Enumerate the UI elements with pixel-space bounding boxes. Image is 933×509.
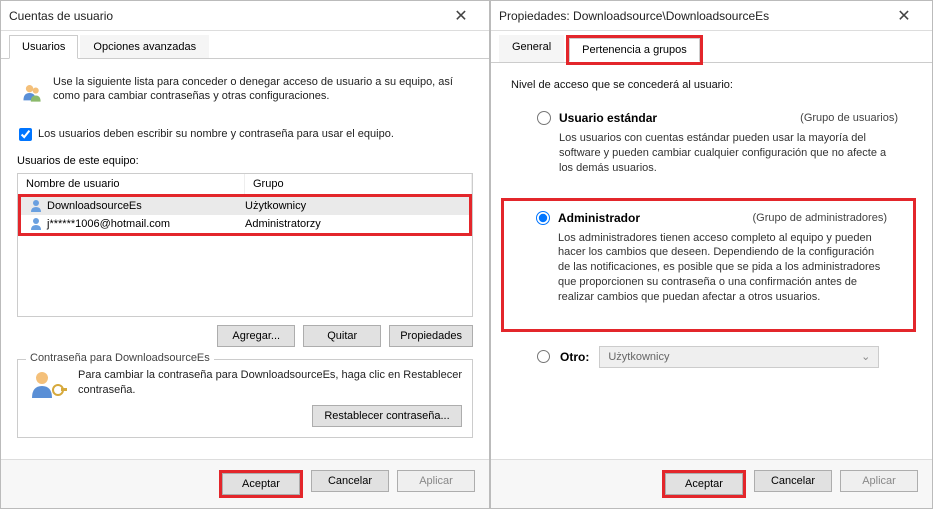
tab-content: Use la siguiente lista para conceder o d…	[1, 59, 489, 459]
titlebar: Propiedades: Downloadsource\Downloadsour…	[491, 1, 932, 31]
checkbox-must-enter-credentials[interactable]: Los usuarios deben escribir su nombre y …	[17, 123, 473, 151]
users-icon	[21, 75, 43, 111]
properties-button[interactable]: Propiedades	[389, 325, 473, 347]
table-empty-space	[18, 236, 472, 316]
highlight-admin-section: Administrador (Grupo de administradores)…	[501, 198, 916, 332]
radio-title: Administrador	[558, 211, 640, 225]
titlebar: Cuentas de usuario ✕	[1, 1, 489, 31]
key-user-icon	[28, 368, 68, 402]
highlight-membership-tab: Pertenencia a grupos	[566, 35, 703, 65]
other-group-select[interactable]: Użytkownicy ⌄	[599, 346, 879, 368]
cancel-button[interactable]: Cancelar	[311, 470, 389, 492]
ok-button[interactable]: Aceptar	[665, 473, 743, 495]
radio-group-label: (Grupo de administradores)	[752, 212, 895, 224]
checkbox-label: Los usuarios deben escribir su nombre y …	[38, 127, 394, 141]
radio-title: Otro:	[560, 350, 589, 364]
select-value: Użytkownicy	[608, 351, 669, 363]
highlight-accept: Aceptar	[662, 470, 746, 498]
groupbox-title: Contraseña para DownloadsourceEs	[26, 352, 214, 364]
radio-title: Usuario estándar	[559, 111, 657, 125]
cell-username: j******1006@hotmail.com	[47, 218, 170, 230]
checkbox-input[interactable]	[19, 128, 32, 141]
window-title: Propiedades: Downloadsource\Downloadsour…	[499, 9, 884, 23]
radio-standard-section: Usuario estándar (Grupo de usuarios) Los…	[507, 105, 916, 194]
table-header-row: Nombre de usuario Grupo	[18, 174, 472, 195]
dialog-footer: Aceptar Cancelar Aplicar	[491, 459, 932, 508]
user-table: Nombre de usuario Grupo DownloadsourceEs…	[17, 173, 473, 317]
tab-advanced-options[interactable]: Opciones avanzadas	[80, 35, 209, 58]
intro-text: Use la siguiente lista para conceder o d…	[53, 75, 469, 111]
dialog-footer: Aceptar Cancelar Aplicar	[1, 459, 489, 508]
tabs: Usuarios Opciones avanzadas	[1, 31, 489, 59]
password-groupbox: Contraseña para DownloadsourceEs Para ca…	[17, 359, 473, 438]
ok-button[interactable]: Aceptar	[222, 473, 300, 495]
radio-input[interactable]	[537, 111, 551, 125]
close-icon[interactable]: ✕	[884, 2, 924, 30]
tab-content: Nivel de acceso que se concederá al usua…	[491, 63, 932, 459]
access-level-label: Nivel de acceso que se concederá al usua…	[507, 73, 916, 105]
remove-button[interactable]: Quitar	[303, 325, 381, 347]
cancel-button[interactable]: Cancelar	[754, 470, 832, 492]
radio-input[interactable]	[536, 211, 550, 225]
radio-input[interactable]	[537, 350, 550, 363]
tab-group-membership[interactable]: Pertenencia a grupos	[569, 38, 700, 62]
window-title: Cuentas de usuario	[9, 9, 441, 23]
cell-username: DownloadsourceEs	[47, 200, 142, 212]
add-button[interactable]: Agregar...	[217, 325, 295, 347]
highlight-accept: Aceptar	[219, 470, 303, 498]
cell-group: Użytkownicy	[245, 200, 461, 212]
apply-button: Aplicar	[840, 470, 918, 492]
apply-button: Aplicar	[397, 470, 475, 492]
window-user-accounts: Cuentas de usuario ✕ Usuarios Opciones a…	[0, 0, 490, 509]
tab-users[interactable]: Usuarios	[9, 35, 78, 59]
col-group[interactable]: Grupo	[245, 174, 472, 194]
radio-standard-user[interactable]: Usuario estándar (Grupo de usuarios)	[537, 109, 906, 129]
reset-password-button[interactable]: Restablecer contraseña...	[312, 405, 462, 427]
user-icon	[29, 199, 43, 213]
radio-other-row: Otro: Użytkownicy ⌄	[507, 338, 916, 368]
intro-row: Use la siguiente lista para conceder o d…	[17, 69, 473, 123]
window-properties: Propiedades: Downloadsource\Downloadsour…	[490, 0, 933, 509]
table-row[interactable]: DownloadsourceEs Użytkownicy	[21, 197, 469, 215]
user-icon	[29, 217, 43, 231]
close-icon[interactable]: ✕	[441, 2, 481, 30]
table-button-row: Agregar... Quitar Propiedades	[17, 317, 473, 355]
radio-administrator[interactable]: Administrador (Grupo de administradores)	[536, 209, 895, 229]
table-row[interactable]: j******1006@hotmail.com Administratorzy	[21, 215, 469, 233]
chevron-down-icon: ⌄	[861, 350, 870, 363]
col-username[interactable]: Nombre de usuario	[18, 174, 245, 194]
cell-group: Administratorzy	[245, 218, 461, 230]
tab-general[interactable]: General	[499, 35, 564, 62]
tabs: General Pertenencia a grupos	[491, 31, 932, 63]
list-header: Usuarios de este equipo:	[17, 151, 473, 173]
password-text: Para cambiar la contraseña para Download…	[78, 368, 462, 397]
radio-standard-desc: Los usuarios con cuentas estándar pueden…	[537, 129, 906, 184]
highlight-selected-row: DownloadsourceEs Użytkownicy j******1006…	[18, 194, 472, 236]
radio-admin-desc: Los administradores tienen acceso comple…	[536, 229, 895, 313]
radio-group-label: (Grupo de usuarios)	[800, 112, 906, 124]
